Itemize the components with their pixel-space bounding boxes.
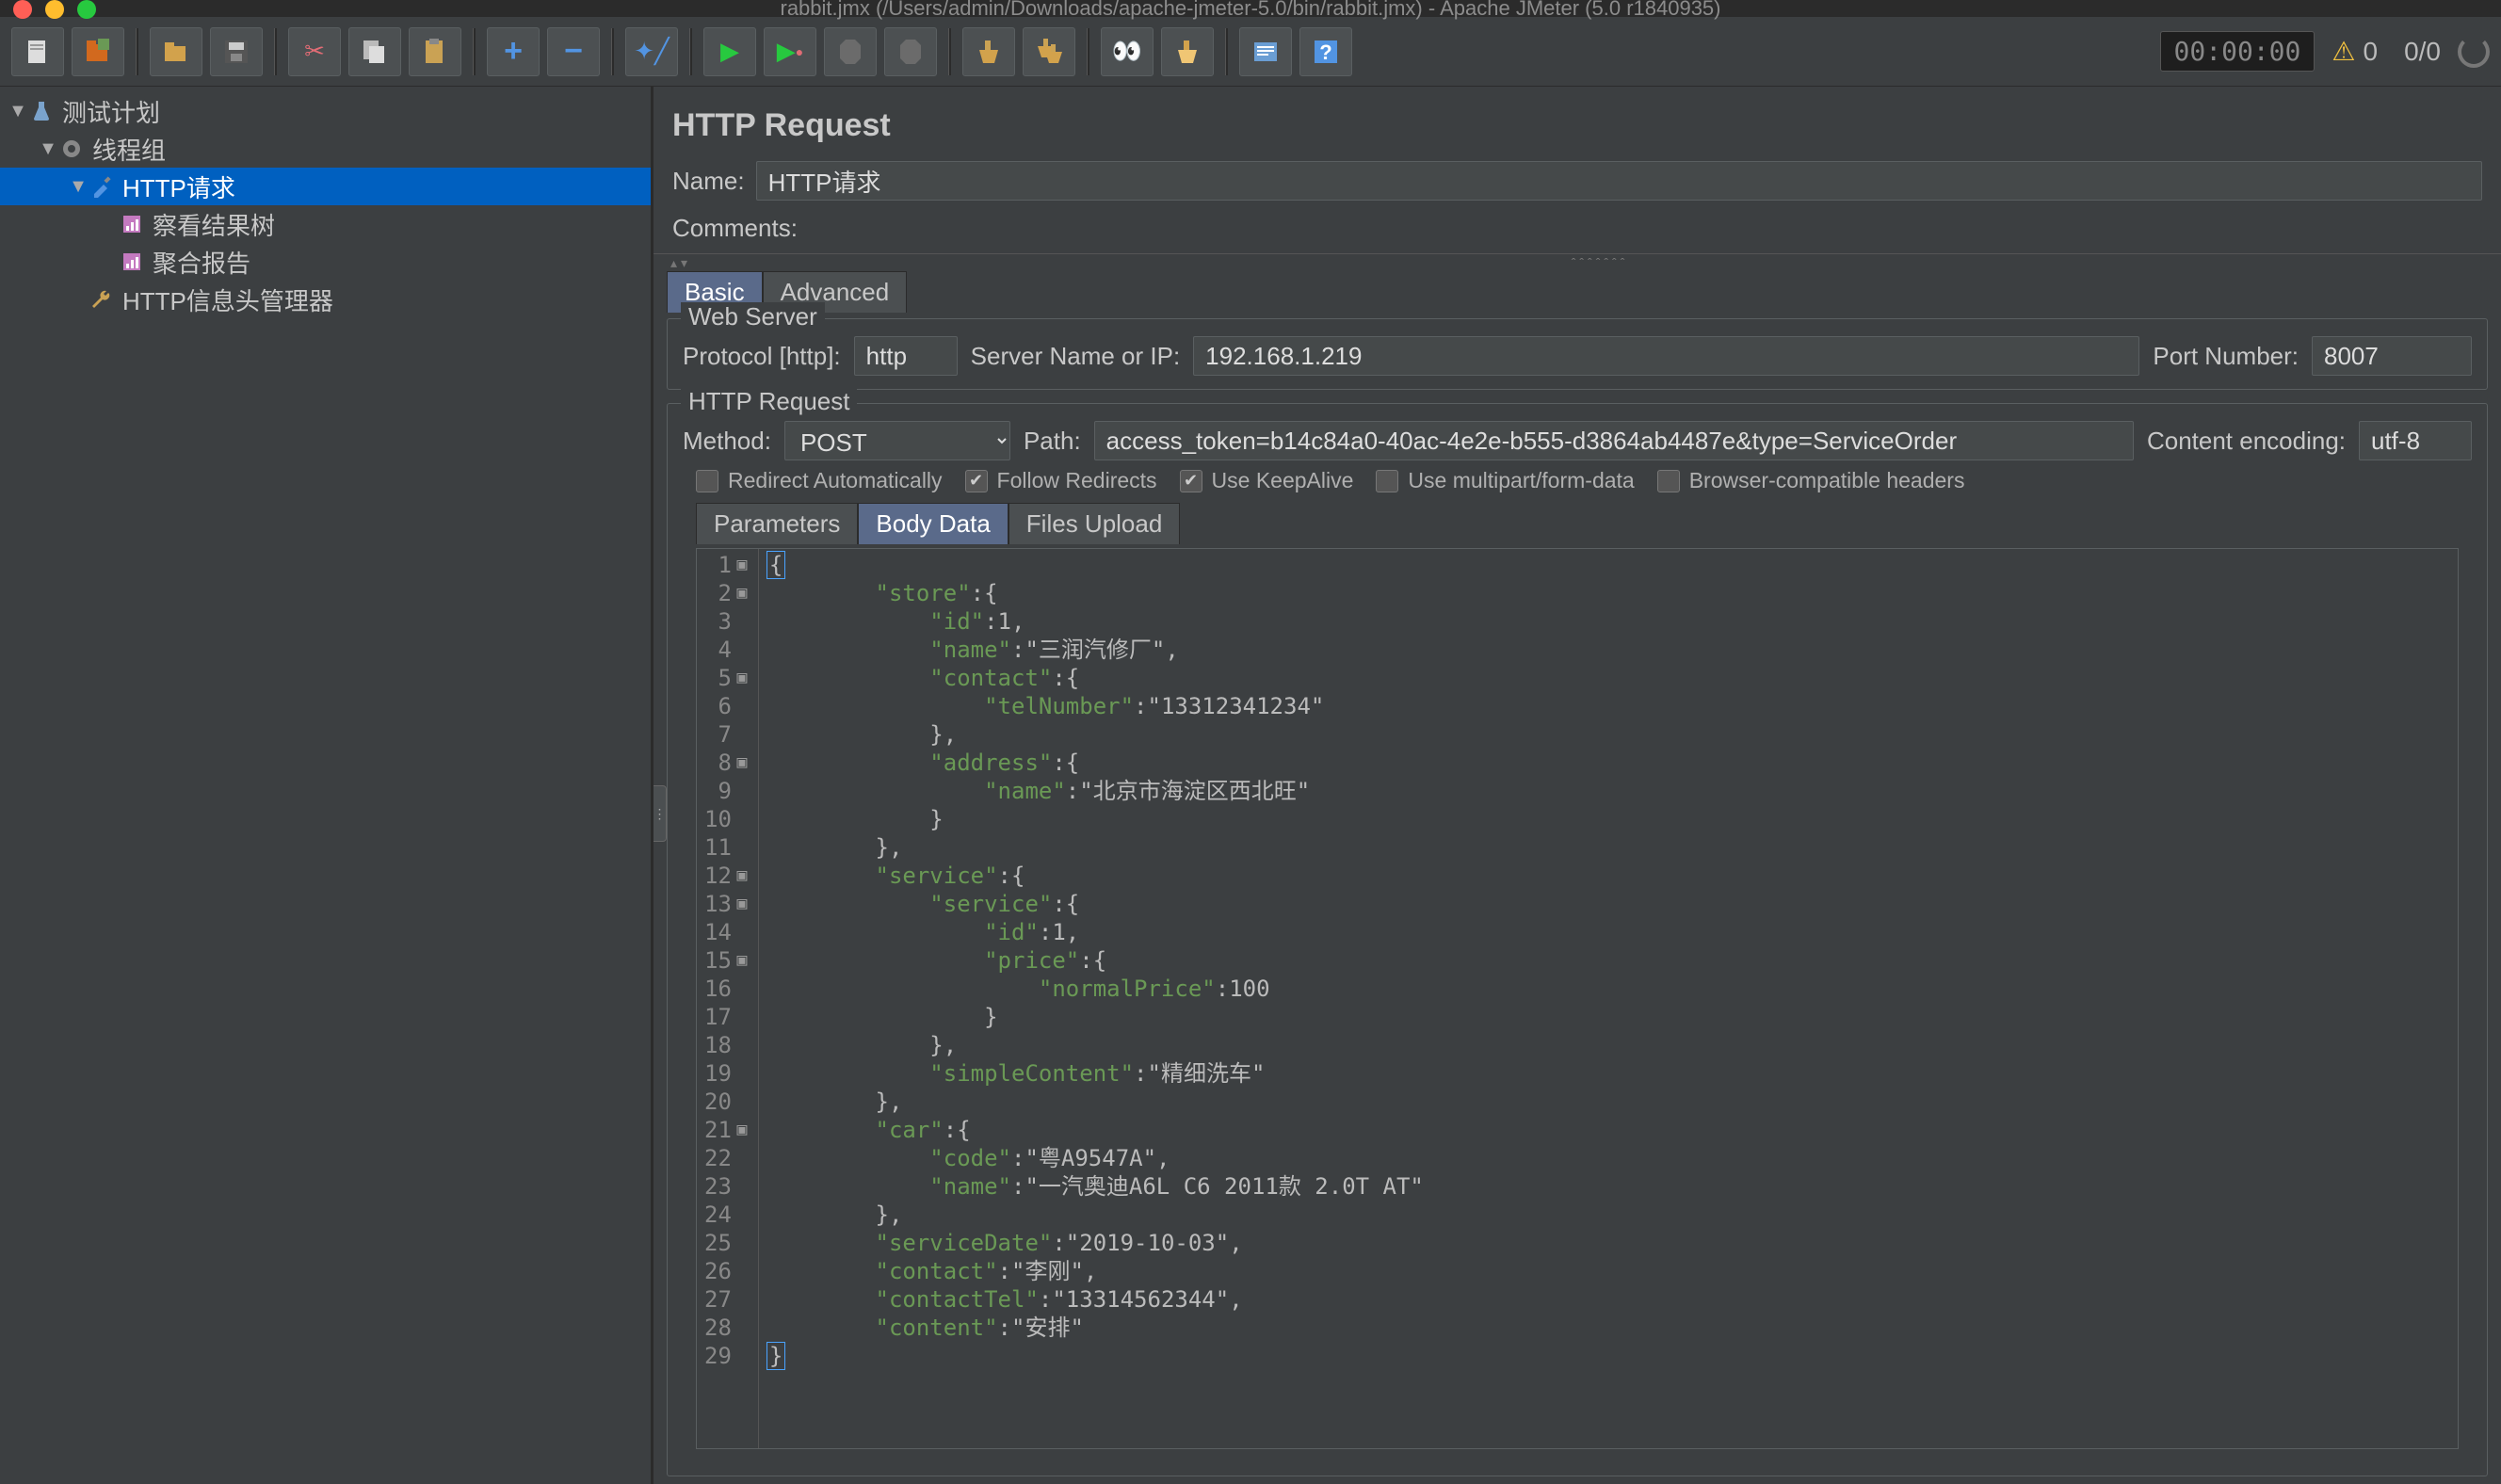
tree-item[interactable]: ▼ 线程组 <box>0 130 651 168</box>
name-input[interactable] <box>756 161 2482 201</box>
tab-parameters[interactable]: Parameters <box>696 503 858 544</box>
body-tabs: Parameters Body Data Files Upload <box>683 503 2472 544</box>
tab-body-data[interactable]: Body Data <box>858 503 1008 544</box>
encoding-label: Content encoding: <box>2147 427 2346 456</box>
server-name-label: Server Name or IP: <box>971 342 1181 371</box>
path-label: Path: <box>1024 427 1081 456</box>
warnings-count: ⚠0 <box>2332 36 2378 67</box>
tree-item[interactable]: 聚合报告 <box>0 243 651 281</box>
flask-icon <box>28 98 55 124</box>
search-button[interactable]: 👀 <box>1101 27 1154 76</box>
name-label: Name: <box>672 167 745 196</box>
path-input[interactable] <box>1094 421 2134 460</box>
window-titlebar: rabbit.jmx (/Users/admin/Downloads/apach… <box>0 0 2501 17</box>
config-tabs: Basic Advanced <box>653 271 2501 313</box>
expand-icon[interactable]: ▼ <box>68 176 89 198</box>
shutdown-button[interactable] <box>884 27 937 76</box>
start-no-pause-button[interactable]: ▶● <box>764 27 816 76</box>
panel-title: HTTP Request <box>653 87 2501 157</box>
report-icon <box>119 211 145 237</box>
tree-item[interactable]: 察看结果树 <box>0 205 651 243</box>
multipart-checkbox[interactable]: Use multipart/form-data <box>1376 468 1634 493</box>
wrench-icon <box>89 286 115 313</box>
close-window-icon[interactable] <box>13 0 32 19</box>
tab-files-upload[interactable]: Files Upload <box>1008 503 1181 544</box>
comments-input[interactable] <box>809 208 2482 248</box>
thread-count: 0/0 <box>2404 37 2441 67</box>
gear-icon <box>58 136 85 162</box>
function-helper-button[interactable] <box>1239 27 1292 76</box>
method-label: Method: <box>683 427 771 456</box>
clear-button[interactable] <box>962 27 1015 76</box>
expand-icon[interactable]: ▼ <box>38 138 58 160</box>
method-select[interactable]: POST <box>784 421 1010 460</box>
help-button[interactable]: ? <box>1299 27 1352 76</box>
tree-item-label: 察看结果树 <box>153 207 275 242</box>
keepalive-checkbox[interactable]: Use KeepAlive <box>1180 468 1354 493</box>
activity-spinner-icon <box>2458 36 2490 68</box>
port-label: Port Number: <box>2153 342 2299 371</box>
body-data-editor[interactable]: 1▣2▣345▣678▣9101112▣13▣1415▣161718192021… <box>696 548 2459 1449</box>
web-server-group: Web Server Protocol [http]: Server Name … <box>667 318 2488 390</box>
timer-display: 00:00:00 <box>2160 31 2315 72</box>
splitter-handle[interactable]: ▴▾ˆˆˆˆˆˆˆ <box>653 254 2501 271</box>
open-button[interactable] <box>150 27 202 76</box>
report-icon <box>119 249 145 275</box>
tree-item-label: HTTP信息头管理器 <box>122 282 333 317</box>
tree-item-label: 聚合报告 <box>153 245 250 280</box>
web-server-group-title: Web Server <box>681 302 825 331</box>
svg-text:?: ? <box>1319 40 1331 64</box>
save-button[interactable] <box>210 27 263 76</box>
port-input[interactable] <box>2312 336 2472 376</box>
http-request-group: HTTP Request Method: POST Path: Content … <box>667 403 2488 1476</box>
tree-item-label: HTTP请求 <box>122 169 235 204</box>
redirect-auto-checkbox[interactable]: Redirect Automatically <box>696 468 943 493</box>
protocol-input[interactable] <box>854 336 958 376</box>
paste-button[interactable] <box>409 27 461 76</box>
window-title: rabbit.jmx (/Users/admin/Downloads/apach… <box>781 0 1721 21</box>
start-button[interactable]: ▶ <box>703 27 756 76</box>
copy-button[interactable] <box>348 27 401 76</box>
browser-compat-checkbox[interactable]: Browser-compatible headers <box>1657 468 1965 493</box>
http-request-group-title: HTTP Request <box>681 387 857 416</box>
warning-icon: ⚠ <box>2332 36 2355 67</box>
zoom-window-icon[interactable] <box>77 0 96 19</box>
protocol-label: Protocol [http]: <box>683 342 841 371</box>
eyedrop-icon <box>89 173 115 200</box>
test-plan-tree[interactable]: ▼测试计划▼线程组▼HTTP请求察看结果树聚合报告HTTP信息头管理器 <box>0 87 653 1484</box>
editor-panel: HTTP Request Name: Comments: ▴▾ˆˆˆˆˆˆˆ B… <box>653 87 2501 1484</box>
wand-button[interactable]: ✦╱ <box>625 27 678 76</box>
cut-button[interactable]: ✂ <box>288 27 341 76</box>
tree-item[interactable]: ▼ 测试计划 <box>0 92 651 130</box>
tree-item[interactable]: ▼ HTTP请求 <box>0 168 651 205</box>
new-button[interactable] <box>11 27 64 76</box>
encoding-input[interactable] <box>2359 421 2472 460</box>
window-controls[interactable] <box>13 0 96 19</box>
tree-item[interactable]: HTTP信息头管理器 <box>0 281 651 318</box>
tree-item-label: 测试计划 <box>62 94 160 129</box>
reset-search-button[interactable] <box>1161 27 1214 76</box>
tree-item-label: 线程组 <box>92 132 166 167</box>
stop-button[interactable] <box>824 27 877 76</box>
comments-label: Comments: <box>672 214 798 243</box>
sidebar-collapse-handle[interactable]: ⋮ <box>653 785 667 842</box>
server-name-input[interactable] <box>1193 336 2139 376</box>
expand-icon[interactable]: ▼ <box>8 101 28 122</box>
templates-button[interactable] <box>72 27 124 76</box>
clear-all-button[interactable] <box>1023 27 1075 76</box>
main-toolbar: ✂ + − ✦╱ ▶ ▶● 👀 ? 00:00:00 ⚠0 0/0 <box>0 17 2501 87</box>
minimize-window-icon[interactable] <box>45 0 64 19</box>
follow-redirects-checkbox[interactable]: Follow Redirects <box>965 468 1157 493</box>
add-button[interactable]: + <box>487 27 540 76</box>
remove-button[interactable]: − <box>547 27 600 76</box>
